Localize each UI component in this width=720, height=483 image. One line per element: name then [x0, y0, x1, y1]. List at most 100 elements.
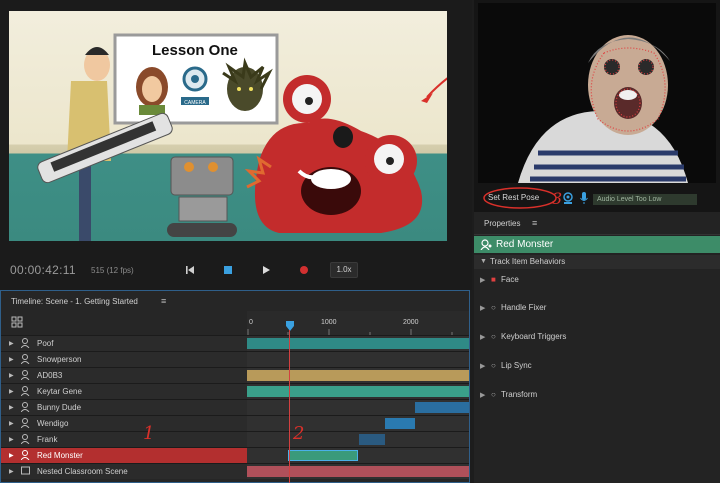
record-disarmed-icon: ○	[491, 332, 496, 341]
track-name: Bunny Dude	[37, 403, 82, 412]
ruler-label-1000: 1000	[321, 319, 337, 326]
timeline-tab[interactable]: Timeline: Scene - 1. Getting Started	[11, 297, 138, 306]
behavior-lip-sync[interactable]: ▶ ○ Lip Sync	[474, 355, 720, 379]
track-name: AD0B3	[37, 371, 63, 380]
track-name: Wendigo	[37, 419, 69, 428]
expand-arrow-icon[interactable]: ▶	[480, 333, 485, 341]
track-name: Keytar Gene	[37, 387, 82, 396]
track-snowperson[interactable]: ▶ Snowperson	[1, 351, 469, 367]
frame-rate: 515 (12 fps)	[91, 266, 134, 275]
track-bar	[359, 434, 385, 445]
expand-arrow-icon: ▶	[9, 373, 14, 379]
track-name: Nested Classroom Scene	[37, 467, 128, 476]
portrait-girl	[136, 67, 168, 115]
expand-arrow-icon: ▶	[9, 341, 14, 347]
behavior-face[interactable]: ▶ ■ Face	[474, 269, 720, 293]
selected-clip	[288, 450, 358, 461]
timeline-menu-icon[interactable]: ≡	[161, 296, 166, 306]
track-frank[interactable]: ▶ Frank	[1, 431, 469, 447]
stop-button[interactable]	[220, 262, 236, 278]
play-icon	[263, 266, 270, 274]
behavior-label: Lip Sync	[501, 361, 532, 370]
camera-feed	[478, 3, 716, 183]
expand-arrow-icon[interactable]: ▶	[480, 304, 485, 312]
expand-arrow-icon: ▶	[9, 437, 14, 443]
timeline-ruler[interactable]: 0 1000 2000	[247, 311, 469, 335]
track-item-behaviors-section[interactable]: ▼ Track Item Behaviors	[474, 255, 720, 269]
go-to-start-button[interactable]	[182, 262, 198, 278]
annotation-one: 1	[143, 423, 155, 444]
puppet-icon	[21, 370, 30, 380]
ad0b3-robot	[167, 156, 237, 237]
track-bar	[247, 466, 469, 477]
scene-canvas[interactable]: CAMERA Lesson One	[9, 11, 447, 241]
chevron-down-icon: ▼	[480, 258, 487, 265]
puppet-icon	[21, 402, 30, 412]
svg-text:CAMERA: CAMERA	[184, 100, 206, 106]
track-options-icon[interactable]	[11, 316, 23, 328]
selected-puppet-header: Red Monster	[474, 236, 720, 253]
behavior-transform[interactable]: ▶ ○ Transform	[474, 384, 720, 408]
track-name: Poof	[37, 339, 54, 348]
expand-arrow-icon[interactable]: ▶	[480, 276, 485, 284]
properties-panel: Properties ≡ Red Monster ▼ Track Item Be…	[474, 212, 720, 483]
skip-back-icon	[186, 266, 194, 274]
playhead-handle-icon[interactable]	[285, 320, 295, 332]
expand-arrow-icon[interactable]: ▶	[480, 362, 485, 370]
playhead-line[interactable]	[289, 330, 290, 483]
track-bar	[415, 402, 469, 413]
annotation-two: 2	[293, 423, 305, 444]
camera-icon	[563, 192, 573, 204]
timeline-toolbar	[1, 311, 247, 335]
record-disarmed-icon: ○	[491, 303, 496, 312]
lesson-title: Lesson One	[152, 42, 238, 59]
properties-menu-icon[interactable]: ≡	[532, 218, 537, 228]
section-title: Track Item Behaviors	[490, 257, 566, 266]
playback-speed[interactable]: 1.0x	[330, 262, 358, 278]
audio-level-meter: Audio Level Too Low	[593, 194, 697, 205]
properties-header: Properties ≡	[474, 212, 720, 235]
webcam-image	[478, 3, 716, 183]
behavior-handle-fixer[interactable]: ▶ ○ Handle Fixer	[474, 297, 720, 321]
track-bar	[247, 386, 469, 397]
expand-arrow-icon[interactable]: ▶	[480, 391, 485, 399]
track-name: Frank	[37, 435, 58, 444]
microphone-toggle[interactable]	[579, 191, 589, 205]
track-wendigo[interactable]: ▶ Wendigo	[1, 415, 469, 431]
track-bar	[247, 338, 469, 349]
camera-controls: Set Rest Pose 3 Audio Level Too Low	[474, 186, 720, 210]
expand-arrow-icon: ▶	[9, 469, 14, 475]
record-armed-icon: ■	[491, 275, 496, 284]
rest-pose-annotation-circle	[483, 187, 557, 209]
expand-arrow-icon: ▶	[9, 405, 14, 411]
track-bunny-dude[interactable]: ▶ Bunny Dude	[1, 399, 469, 415]
track-red-monster[interactable]: ▶ Red Monster	[1, 447, 469, 463]
behavior-label: Transform	[501, 390, 538, 399]
track-bar	[247, 370, 469, 381]
properties-tab[interactable]: Properties	[484, 219, 520, 228]
behavior-label: Handle Fixer	[501, 303, 547, 312]
expand-arrow-icon: ▶	[9, 357, 14, 363]
record-button[interactable]	[296, 262, 312, 278]
scene-icon	[21, 466, 30, 475]
expand-arrow-icon: ▶	[9, 453, 14, 459]
camera-toggle[interactable]	[562, 191, 574, 205]
track-name: Red Monster	[37, 451, 83, 460]
expand-arrow-icon: ▶	[9, 389, 14, 395]
puppet-icon	[21, 338, 30, 348]
track-nested-classroom-scene[interactable]: ▶ Nested Classroom Scene	[1, 463, 469, 479]
ruler-label-2000: 2000	[403, 319, 419, 326]
track-poof[interactable]: ▶ Poof	[1, 335, 469, 351]
track-ad0b3[interactable]: ▶ AD0B3	[1, 367, 469, 383]
track-keytar-gene[interactable]: ▶ Keytar Gene	[1, 383, 469, 399]
ruler-label-0: 0	[249, 319, 253, 326]
stage-panel: CAMERA Lesson One 00:00:42:11 515 (12 fp…	[0, 0, 472, 290]
timeline-header: Timeline: Scene - 1. Getting Started ≡	[1, 291, 469, 311]
track-bar	[385, 418, 415, 429]
microphone-icon	[580, 192, 588, 204]
timeline-panel: Timeline: Scene - 1. Getting Started ≡ 0…	[0, 290, 470, 483]
puppet-name: Red Monster	[496, 239, 554, 250]
play-button[interactable]	[258, 262, 274, 278]
annotation-arrow	[426, 77, 447, 98]
behavior-keyboard-triggers[interactable]: ▶ ○ Keyboard Triggers	[474, 326, 720, 350]
